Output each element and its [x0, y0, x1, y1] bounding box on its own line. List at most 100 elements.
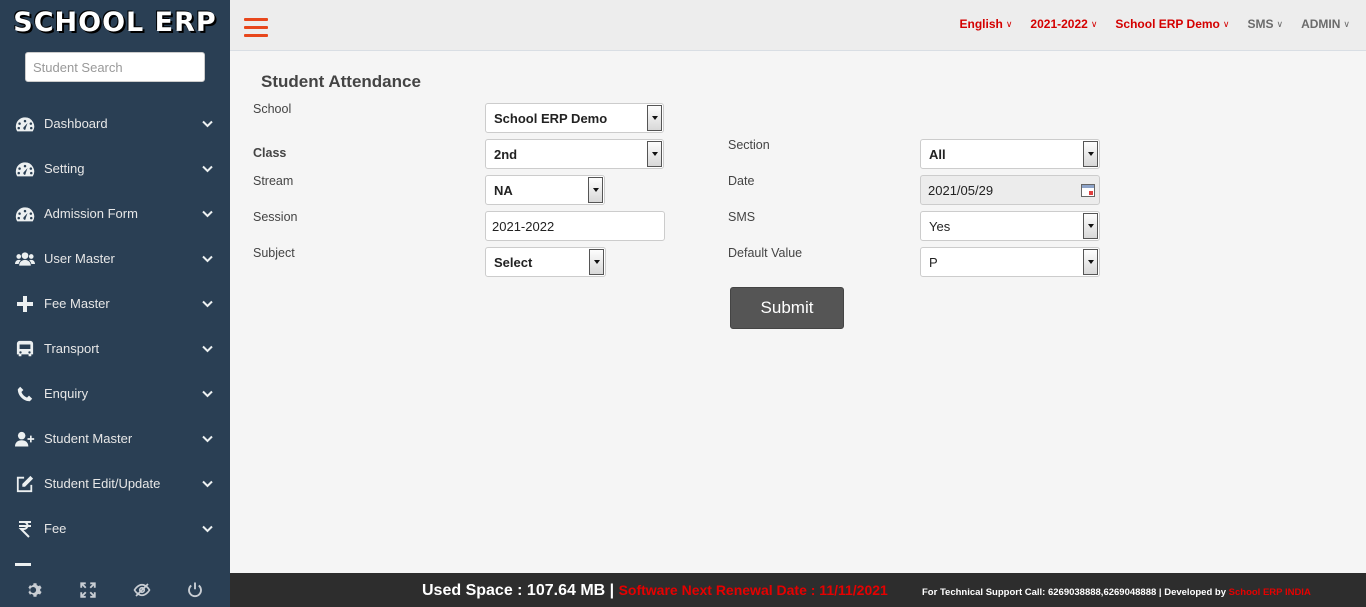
calendar-icon[interactable]	[1081, 184, 1095, 197]
chevron-down-icon	[201, 343, 213, 355]
session-dropdown[interactable]: 2021-2022 ∨	[1030, 17, 1097, 31]
plus-icon	[15, 294, 35, 314]
sidebar-item-fee-master[interactable]: Fee Master	[0, 281, 230, 326]
edit-icon	[15, 474, 35, 494]
sidebar-item-label: Setting	[44, 161, 85, 176]
eye-slash-icon[interactable]	[132, 580, 152, 600]
sidebar-item-label: Fee	[44, 521, 67, 536]
sms-label: SMS	[1247, 17, 1274, 31]
developer-link[interactable]: School ERP INDIA	[1229, 587, 1311, 598]
dashboard-icon	[15, 114, 35, 134]
sidebar-menu-partial-item	[15, 563, 31, 566]
sidebar-item-label: User Master	[44, 251, 115, 266]
dropdown-arrow-icon[interactable]	[588, 177, 603, 203]
chevron-down-icon	[201, 163, 213, 175]
sidebar-item-label: Fee Master	[44, 296, 110, 311]
session-label: 2021-2022	[1030, 17, 1088, 31]
sms-select-value: Yes	[929, 218, 951, 234]
subject-select[interactable]: Select	[485, 247, 606, 277]
dropdown-arrow-icon[interactable]	[1083, 249, 1098, 275]
dropdown-arrow-icon[interactable]	[1083, 213, 1098, 239]
default-value-label: Default Value	[728, 246, 803, 260]
chevron-down-icon: ∨	[1005, 18, 1013, 29]
chevron-down-icon: ∨	[1090, 18, 1098, 29]
sidebar-item-label: Student Edit/Update	[44, 476, 161, 491]
student-search-input[interactable]	[25, 52, 205, 82]
sidebar-footer	[0, 573, 230, 607]
date-input[interactable]: 2021/05/29	[920, 175, 1100, 205]
language-label: English	[959, 17, 1003, 31]
sidebar-item-transport[interactable]: Transport	[0, 326, 230, 371]
chevron-down-icon	[201, 478, 213, 490]
subject-label: Subject	[253, 246, 295, 260]
chevron-down-icon	[201, 523, 213, 535]
sidebar-item-user-master[interactable]: User Master	[0, 236, 230, 281]
session-input[interactable]: 2021-2022	[485, 211, 665, 241]
sidebar-item-label: Dashboard	[44, 116, 108, 131]
default-value-select[interactable]: P	[920, 247, 1100, 277]
user-dropdown[interactable]: ADMIN ∨	[1301, 17, 1350, 31]
sidebar-item-label: Student Master	[44, 431, 133, 446]
sidebar-item-enquiry[interactable]: Enquiry	[0, 371, 230, 416]
settings-icon[interactable]	[25, 580, 45, 600]
dropdown-arrow-icon[interactable]	[1083, 141, 1098, 167]
class-select[interactable]: 2nd	[485, 139, 664, 169]
app-logo[interactable]: SCHOOL ERP	[0, 0, 230, 44]
chevron-down-icon	[201, 433, 213, 445]
date-label: Date	[728, 174, 755, 188]
section-select-value: All	[929, 146, 946, 162]
school-dropdown[interactable]: School ERP Demo ∨	[1115, 17, 1229, 31]
used-space-text: Used Space : 107.64 MB |	[422, 582, 615, 599]
dashboard-icon	[15, 159, 35, 179]
default-value-select-value: P	[929, 254, 938, 270]
dropdown-arrow-icon[interactable]	[589, 249, 604, 275]
sidebar-item-fee[interactable]: Fee	[0, 506, 230, 551]
sms-dropdown[interactable]: SMS ∨	[1247, 17, 1283, 31]
page-footer: Used Space : 107.64 MB | Software Next R…	[230, 573, 1366, 607]
sidebar-item-label: Enquiry	[44, 386, 89, 401]
top-nav-links: English ∨ 2021-2022 ∨ School ERP Demo ∨ SMS…	[941, 17, 1350, 31]
power-icon[interactable]	[185, 580, 205, 600]
sidebar-item-setting[interactable]: Setting	[0, 146, 230, 191]
fullscreen-icon[interactable]	[78, 580, 98, 600]
chevron-down-icon	[201, 253, 213, 265]
submit-button[interactable]: Submit	[730, 287, 844, 329]
renewal-date-text: Software Next Renewal Date : 11/11/2021	[618, 582, 888, 598]
search-wrap	[0, 44, 230, 82]
dashboard-icon	[15, 204, 35, 224]
support-info: For Technical Support Call: 6269038888,6…	[922, 587, 1311, 598]
date-input-value: 2021/05/29	[928, 182, 994, 198]
sidebar-item-label: Transport	[44, 341, 100, 356]
subject-select-value: Select	[494, 254, 533, 270]
sidebar-item-student-master[interactable]: Student Master	[0, 416, 230, 461]
dropdown-arrow-icon[interactable]	[647, 141, 662, 167]
user-plus-icon	[15, 429, 35, 449]
class-select-value: 2nd	[494, 146, 518, 162]
rupee-icon	[15, 519, 35, 539]
section-label: Section	[728, 138, 770, 152]
sidebar-item-admission-form[interactable]: Admission Form	[0, 191, 230, 236]
session-input-value: 2021-2022	[492, 218, 555, 234]
menu-toggle-icon[interactable]	[244, 18, 268, 38]
school-select[interactable]: School ERP Demo	[485, 103, 664, 133]
stream-label: Stream	[253, 174, 294, 188]
language-dropdown[interactable]: English ∨	[959, 17, 1012, 31]
stream-select-value: NA	[494, 182, 513, 198]
sidebar-item-dashboard[interactable]: Dashboard	[0, 101, 230, 146]
dropdown-arrow-icon[interactable]	[647, 105, 662, 131]
users-icon	[15, 249, 35, 269]
sms-select[interactable]: Yes	[920, 211, 1100, 241]
main-content: Student Attendance School School ERP Dem…	[230, 51, 1366, 573]
section-select[interactable]: All	[920, 139, 1100, 169]
sidebar-item-label: Admission Form	[44, 206, 138, 221]
sidebar-menu: Dashboard Setting Admission Form User Maste…	[0, 101, 230, 551]
user-label: ADMIN	[1301, 17, 1341, 31]
chevron-down-icon	[201, 298, 213, 310]
school-label: School	[253, 102, 292, 116]
chevron-down-icon	[201, 118, 213, 130]
sidebar-item-student-edit-update[interactable]: Student Edit/Update	[0, 461, 230, 506]
phone-icon	[15, 384, 35, 404]
bus-icon	[15, 339, 35, 359]
stream-select[interactable]: NA	[485, 175, 605, 205]
page-title: Student Attendance	[261, 72, 421, 91]
